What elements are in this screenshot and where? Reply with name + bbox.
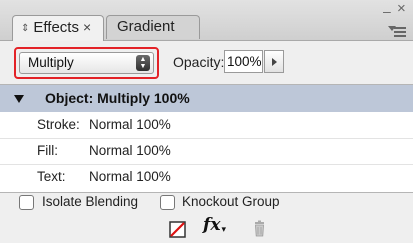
effects-list: Object: Multiply 100% Stroke: Normal 100… bbox=[0, 84, 413, 193]
list-item-stroke[interactable]: Stroke: Normal 100% bbox=[0, 112, 413, 139]
text-label: Text: bbox=[37, 169, 66, 184]
tab-gradient-label: Gradient bbox=[117, 18, 175, 35]
close-panel-icon[interactable]: × bbox=[397, 0, 406, 17]
panel-menu-bar bbox=[394, 31, 406, 33]
panel-menu-bar bbox=[394, 35, 406, 37]
fill-value: Normal 100% bbox=[89, 143, 171, 158]
opacity-label: Opacity: bbox=[173, 54, 225, 70]
blend-mode-dropdown[interactable]: Multiply ▲ ▼ bbox=[19, 52, 154, 74]
effects-panel: ⇕ Effects × Gradient – × Multiply ▲ ▼ Opaci… bbox=[0, 0, 413, 243]
panel-tab-strip: ⇕ Effects × Gradient – × bbox=[0, 0, 413, 41]
tab-effects[interactable]: ⇕ Effects × bbox=[12, 15, 104, 41]
blend-mode-value: Multiply bbox=[28, 55, 74, 70]
tab-close-icon[interactable]: × bbox=[83, 19, 91, 35]
list-item-object[interactable]: Object: Multiply 100% bbox=[0, 85, 413, 112]
panel-menu-icon[interactable] bbox=[388, 24, 406, 38]
stroke-value: Normal 100% bbox=[89, 117, 171, 132]
text-value: Normal 100% bbox=[89, 169, 171, 184]
list-item-text[interactable]: Text: Normal 100% bbox=[0, 164, 413, 191]
dropdown-stepper-icon: ▲ ▼ bbox=[136, 55, 150, 71]
isolate-blending-label: Isolate Blending bbox=[42, 194, 139, 209]
tab-arrows-icon: ⇕ bbox=[21, 23, 30, 34]
tab-gradient[interactable]: Gradient bbox=[106, 15, 200, 39]
fx-dropdown-icon: ▾ bbox=[221, 225, 226, 235]
trash-icon[interactable] bbox=[250, 219, 270, 239]
panel-menu-bar bbox=[394, 27, 406, 29]
knockout-group-label: Knockout Group bbox=[182, 194, 280, 209]
fill-label: Fill: bbox=[37, 143, 58, 158]
panel-content: Multiply ▲ ▼ Opacity: 100% Object: Multip… bbox=[0, 41, 413, 243]
list-item-fill[interactable]: Fill: Normal 100% bbox=[0, 138, 413, 165]
clear-effects-icon[interactable] bbox=[168, 220, 188, 240]
minimize-icon[interactable]: – bbox=[383, 3, 391, 19]
fx-menu-icon[interactable]: fx▾ bbox=[203, 215, 235, 235]
fx-label: fx bbox=[203, 215, 221, 235]
opacity-slider-button[interactable] bbox=[264, 50, 284, 73]
tab-effects-label: Effects bbox=[33, 19, 79, 36]
stroke-label: Stroke: bbox=[37, 117, 80, 132]
disclosure-triangle-icon[interactable] bbox=[14, 95, 24, 103]
opacity-input[interactable]: 100% bbox=[224, 50, 263, 73]
object-label: Object: Multiply 100% bbox=[45, 90, 190, 106]
knockout-group-checkbox[interactable] bbox=[160, 195, 175, 210]
play-arrow-icon bbox=[272, 58, 277, 66]
isolate-blending-checkbox[interactable] bbox=[19, 195, 34, 210]
